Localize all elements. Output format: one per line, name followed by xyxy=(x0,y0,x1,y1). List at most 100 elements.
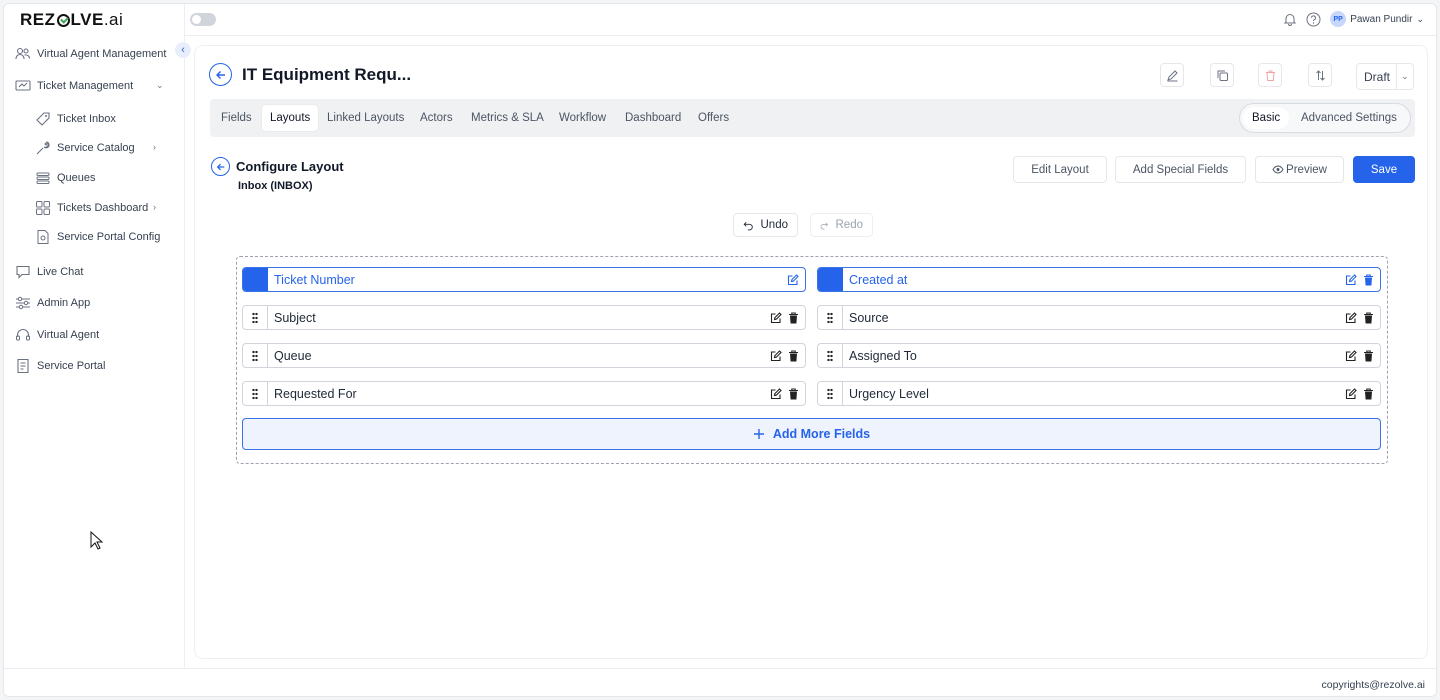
theme-toggle[interactable] xyxy=(190,13,216,26)
duplicate-button[interactable] xyxy=(1210,63,1234,87)
tab-linked-layouts[interactable]: Linked Layouts xyxy=(319,105,412,131)
delete-field-icon[interactable] xyxy=(788,349,799,362)
edit-field-icon[interactable] xyxy=(770,349,782,362)
redo-button[interactable]: Redo xyxy=(810,213,873,237)
sidebar-collapse-button[interactable]: ‹ xyxy=(175,42,191,58)
sidebar-item-virtual-agent[interactable]: Virtual Agent xyxy=(15,327,99,343)
configure-layout-title: Configure Layout xyxy=(236,159,344,174)
layout-field-source[interactable]: Source xyxy=(817,305,1381,330)
delete-field-icon[interactable] xyxy=(1363,273,1374,286)
drag-handle-icon[interactable] xyxy=(818,344,843,367)
chevron-right-icon[interactable]: › xyxy=(153,202,156,212)
sidebar-item-admin-app[interactable]: Admin App xyxy=(15,295,90,311)
sidebar-item-label: Service Portal Config xyxy=(57,231,161,243)
add-special-fields-button[interactable]: Add Special Fields xyxy=(1115,156,1246,183)
undo-icon xyxy=(743,221,753,230)
delete-button[interactable] xyxy=(1258,63,1282,87)
layout-field-created-at[interactable]: Created at xyxy=(817,267,1381,292)
status-dropdown[interactable]: Draft ⌄ xyxy=(1356,63,1414,90)
layout-field-assigned-to[interactable]: Assigned To xyxy=(817,343,1381,368)
mode-advanced-settings[interactable]: Advanced Settings xyxy=(1292,107,1406,129)
layout-field-subject[interactable]: Subject xyxy=(242,305,806,330)
drag-handle-icon[interactable] xyxy=(818,306,843,329)
drag-handle-icon[interactable] xyxy=(818,382,843,405)
sidebar-item-label: Live Chat xyxy=(37,266,84,278)
redo-icon xyxy=(820,222,829,229)
tab-workflow[interactable]: Workflow xyxy=(551,105,614,131)
stack-icon xyxy=(35,170,51,186)
logo-text-end: LVE xyxy=(70,10,104,29)
edit-layout-button[interactable]: Edit Layout xyxy=(1013,156,1107,183)
add-more-fields-label: Add More Fields xyxy=(772,427,871,441)
tab-actors[interactable]: Actors xyxy=(412,105,461,131)
help-icon[interactable] xyxy=(1306,12,1321,27)
ticket-screen-icon xyxy=(15,78,31,94)
back-button[interactable] xyxy=(209,63,232,86)
sliders-icon xyxy=(15,295,31,311)
sidebar-item-service-portal-config[interactable]: Service Portal Config xyxy=(35,229,160,245)
sidebar: REZ LVE .ai Virtual Agent Management Ticke… xyxy=(4,4,185,668)
drag-handle-icon[interactable] xyxy=(243,344,268,367)
delete-field-icon[interactable] xyxy=(788,387,799,400)
sidebar-item-label: Ticket Inbox xyxy=(57,113,116,125)
logo-check-icon xyxy=(56,13,70,27)
sidebar-item-label: Virtual Agent Management xyxy=(37,48,167,60)
layout-field-ticket-number[interactable]: Ticket Number xyxy=(242,267,806,292)
sidebar-item-virtual-agent-management[interactable]: Virtual Agent Management xyxy=(15,46,166,62)
arrow-left-icon xyxy=(216,163,224,170)
tab-fields[interactable]: Fields xyxy=(213,105,260,131)
edit-field-icon[interactable] xyxy=(1345,349,1357,362)
logo-text-start: REZ xyxy=(20,10,56,29)
edit-field-icon[interactable] xyxy=(770,387,782,400)
headset-icon xyxy=(15,327,31,343)
edit-field-icon[interactable] xyxy=(787,273,799,286)
save-button[interactable]: Save xyxy=(1353,156,1415,183)
edit-field-icon[interactable] xyxy=(1345,311,1357,324)
configure-back-button[interactable] xyxy=(211,157,230,176)
sort-button[interactable] xyxy=(1308,63,1332,87)
bell-icon[interactable] xyxy=(1283,12,1297,26)
pencil-icon xyxy=(1166,69,1178,81)
tab-offers[interactable]: Offers xyxy=(690,105,737,131)
sidebar-item-service-catalog[interactable]: Service Catalog › xyxy=(35,140,165,156)
preview-button[interactable]: Preview xyxy=(1255,156,1344,183)
layout-field-requested-for[interactable]: Requested For xyxy=(242,381,806,406)
field-label: Subject xyxy=(274,310,316,325)
add-more-fields-button[interactable]: Add More Fields xyxy=(242,418,1381,450)
layout-field-queue[interactable]: Queue xyxy=(242,343,806,368)
undo-button[interactable]: Undo xyxy=(733,213,798,237)
sidebar-item-queues[interactable]: Queues xyxy=(35,170,96,186)
sidebar-item-tickets-dashboard[interactable]: Tickets Dashboard › xyxy=(35,200,165,216)
tab-layouts[interactable]: Layouts xyxy=(262,105,319,131)
edit-field-icon[interactable] xyxy=(1345,273,1357,286)
tab-metrics-sla[interactable]: Metrics & SLA xyxy=(463,105,552,131)
copyright-text: copyrights@rezolve.ai xyxy=(1321,679,1425,691)
delete-field-icon[interactable] xyxy=(1363,387,1374,400)
drag-handle-icon[interactable] xyxy=(243,306,268,329)
topbar: PP Pawan Pundir ⌄ xyxy=(185,4,1436,36)
field-label: Queue xyxy=(274,348,312,363)
users-gear-icon xyxy=(15,46,31,62)
edit-field-icon[interactable] xyxy=(1345,387,1357,400)
drag-handle-icon[interactable] xyxy=(243,382,268,405)
brand-logo: REZ LVE .ai xyxy=(20,10,123,30)
sidebar-item-ticket-management[interactable]: Ticket Management ⌄ xyxy=(15,78,175,94)
mode-basic[interactable]: Basic xyxy=(1243,107,1290,129)
locked-field-marker xyxy=(818,268,843,291)
field-label: Source xyxy=(849,310,889,325)
edit-field-icon[interactable] xyxy=(770,311,782,324)
layout-field-urgency-level[interactable]: Urgency Level xyxy=(817,381,1381,406)
doc-gear-icon xyxy=(35,229,51,245)
user-menu[interactable]: PP Pawan Pundir ⌄ xyxy=(1330,11,1424,27)
chevron-down-icon[interactable]: ⌄ xyxy=(156,80,164,91)
chevron-right-icon[interactable]: › xyxy=(153,142,156,152)
sidebar-item-live-chat[interactable]: Live Chat xyxy=(15,264,83,280)
edit-button[interactable] xyxy=(1160,63,1184,87)
sidebar-item-service-portal[interactable]: Service Portal xyxy=(15,358,105,374)
tab-dashboard[interactable]: Dashboard xyxy=(617,105,689,131)
delete-field-icon[interactable] xyxy=(1363,349,1374,362)
delete-field-icon[interactable] xyxy=(788,311,799,324)
field-label: Requested For xyxy=(274,386,357,401)
delete-field-icon[interactable] xyxy=(1363,311,1374,324)
sidebar-item-ticket-inbox[interactable]: Ticket Inbox xyxy=(35,111,116,127)
